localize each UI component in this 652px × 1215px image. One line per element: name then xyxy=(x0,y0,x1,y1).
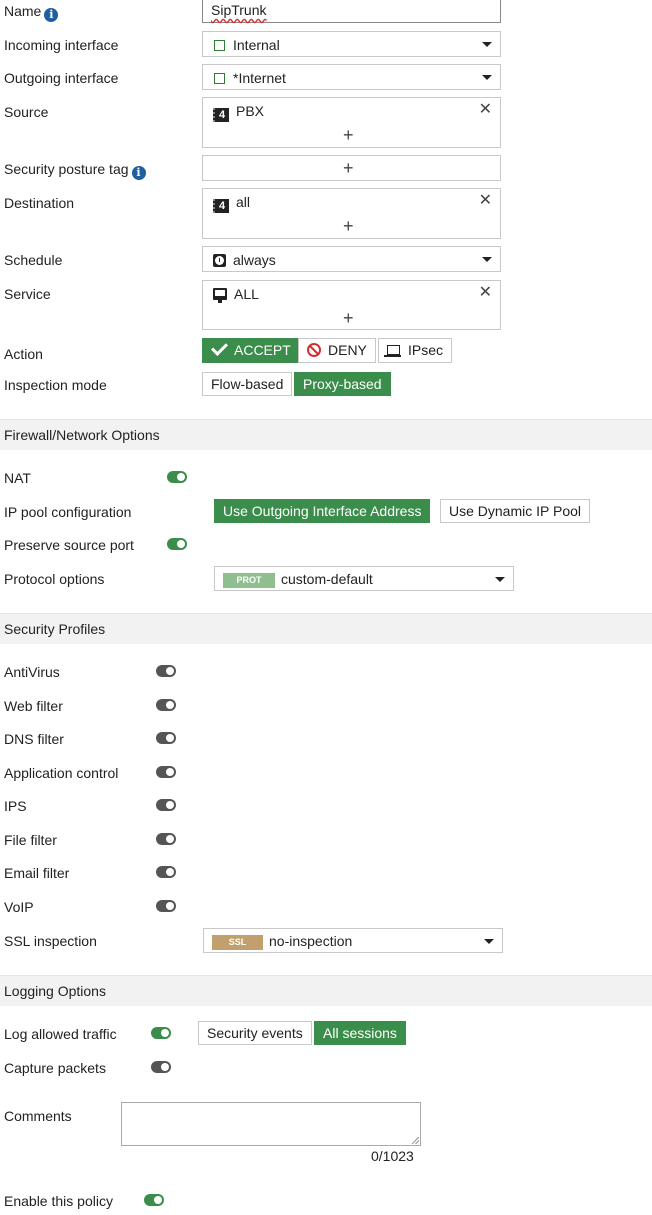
antivirus-label: AntiVirus xyxy=(4,664,60,680)
inspection-mode-label: Inspection mode xyxy=(4,377,107,393)
application-control-label: Application control xyxy=(4,765,119,781)
voip-toggle[interactable] xyxy=(156,900,176,912)
schedule-label: Schedule xyxy=(4,252,63,268)
inspection-proxy-button[interactable]: Proxy-based xyxy=(294,372,391,396)
address-group-icon: 4 xyxy=(213,108,229,122)
logging-section-header: Logging Options xyxy=(0,975,652,1006)
outgoing-interface-select[interactable]: *Internet xyxy=(202,64,501,90)
name-label: Name i xyxy=(4,3,59,22)
action-label: Action xyxy=(4,346,43,362)
source-entry[interactable]: 4 PBX xyxy=(213,103,264,122)
schedule-select[interactable]: always xyxy=(202,246,501,272)
action-accept-button[interactable]: ACCEPT xyxy=(202,338,301,363)
destination-entry[interactable]: 4 all xyxy=(213,194,250,213)
plus-icon[interactable]: + xyxy=(343,217,354,235)
preserve-source-port-toggle[interactable] xyxy=(167,538,187,550)
web-filter-toggle[interactable] xyxy=(156,699,176,711)
destination-label: Destination xyxy=(4,195,75,211)
ssl-inspection-select[interactable]: SSL no-inspection xyxy=(203,928,503,953)
plus-icon[interactable]: + xyxy=(343,309,354,327)
ips-toggle[interactable] xyxy=(156,799,176,811)
check-icon xyxy=(211,339,228,356)
close-icon[interactable]: ✕ xyxy=(479,285,492,301)
inspection-flow-button[interactable]: Flow-based xyxy=(202,372,293,396)
capture-packets-label: Capture packets xyxy=(4,1060,106,1076)
ssl-badge: SSL xyxy=(212,935,263,950)
plus-icon[interactable]: + xyxy=(343,126,354,144)
laptop-icon xyxy=(384,345,401,357)
ban-icon xyxy=(307,343,321,357)
email-filter-toggle[interactable] xyxy=(156,866,176,878)
voip-label: VoIP xyxy=(4,899,34,915)
ssl-inspection-label: SSL inspection xyxy=(4,933,97,949)
square-outline-icon xyxy=(214,40,225,51)
ippool-label: IP pool configuration xyxy=(4,504,132,520)
name-input[interactable]: SipTrunk xyxy=(202,0,501,23)
ips-label: IPS xyxy=(4,798,27,814)
preserve-source-port-label: Preserve source port xyxy=(4,537,134,553)
comments-label: Comments xyxy=(4,1108,72,1124)
protocol-badge: PROT xyxy=(223,573,275,588)
service-entry[interactable]: ALL xyxy=(213,286,259,303)
log-security-events-button[interactable]: Security events xyxy=(198,1021,312,1045)
posture-label: Security posture tag i xyxy=(4,161,146,180)
enable-policy-label: Enable this policy xyxy=(4,1193,113,1209)
comments-counter: 0/1023 xyxy=(371,1148,414,1164)
dns-filter-toggle[interactable] xyxy=(156,732,176,744)
service-field[interactable]: ALL ✕ + xyxy=(202,280,501,330)
close-icon[interactable]: ✕ xyxy=(479,193,492,209)
service-icon xyxy=(213,288,227,303)
file-filter-toggle[interactable] xyxy=(156,833,176,845)
nat-label: NAT xyxy=(4,470,31,486)
ippool-outgoing-button[interactable]: Use Outgoing Interface Address xyxy=(214,499,431,523)
action-deny-button[interactable]: DENY xyxy=(298,338,376,363)
protocol-options-label: Protocol options xyxy=(4,571,105,587)
web-filter-label: Web filter xyxy=(4,698,63,714)
comments-textarea[interactable] xyxy=(121,1102,421,1146)
source-field[interactable]: 4 PBX ✕ + xyxy=(202,97,501,148)
caret-down-icon xyxy=(482,42,492,47)
caret-down-icon xyxy=(484,938,494,944)
incoming-interface-select[interactable]: Internal xyxy=(202,31,501,57)
caret-down-icon xyxy=(495,576,505,582)
log-all-sessions-button[interactable]: All sessions xyxy=(314,1021,406,1045)
application-control-toggle[interactable] xyxy=(156,766,176,778)
dns-filter-label: DNS filter xyxy=(4,731,64,747)
capture-packets-toggle[interactable] xyxy=(151,1061,171,1073)
security-section-header: Security Profiles xyxy=(0,613,652,644)
nat-toggle[interactable] xyxy=(167,471,187,483)
plus-icon[interactable]: + xyxy=(343,159,354,177)
log-allowed-traffic-label: Log allowed traffic xyxy=(4,1026,117,1042)
caret-down-icon xyxy=(482,257,492,262)
clock-icon xyxy=(213,254,226,267)
close-icon[interactable]: ✕ xyxy=(479,102,492,118)
email-filter-label: Email filter xyxy=(4,865,70,881)
file-filter-label: File filter xyxy=(4,832,57,848)
source-label: Source xyxy=(4,104,49,120)
resize-handle-icon[interactable] xyxy=(412,1137,419,1144)
service-label: Service xyxy=(4,286,51,302)
antivirus-toggle[interactable] xyxy=(156,665,176,677)
square-outline-icon xyxy=(214,73,225,84)
ippool-dynamic-button[interactable]: Use Dynamic IP Pool xyxy=(440,499,591,523)
enable-policy-toggle[interactable] xyxy=(144,1194,164,1206)
posture-field[interactable]: + xyxy=(202,155,501,181)
info-icon[interactable]: i xyxy=(131,166,146,180)
protocol-options-select[interactable]: PROT custom-default xyxy=(214,566,514,591)
incoming-interface-label: Incoming interface xyxy=(4,37,119,53)
firewall-section-header: Firewall/Network Options xyxy=(0,419,652,450)
destination-field[interactable]: 4 all ✕ + xyxy=(202,188,501,239)
info-icon[interactable]: i xyxy=(44,8,59,22)
caret-down-icon xyxy=(482,75,492,80)
action-ipsec-button[interactable]: IPsec xyxy=(378,338,453,363)
outgoing-interface-label: Outgoing interface xyxy=(4,70,119,86)
address-group-icon: 4 xyxy=(213,199,229,213)
log-allowed-traffic-toggle[interactable] xyxy=(151,1027,171,1039)
